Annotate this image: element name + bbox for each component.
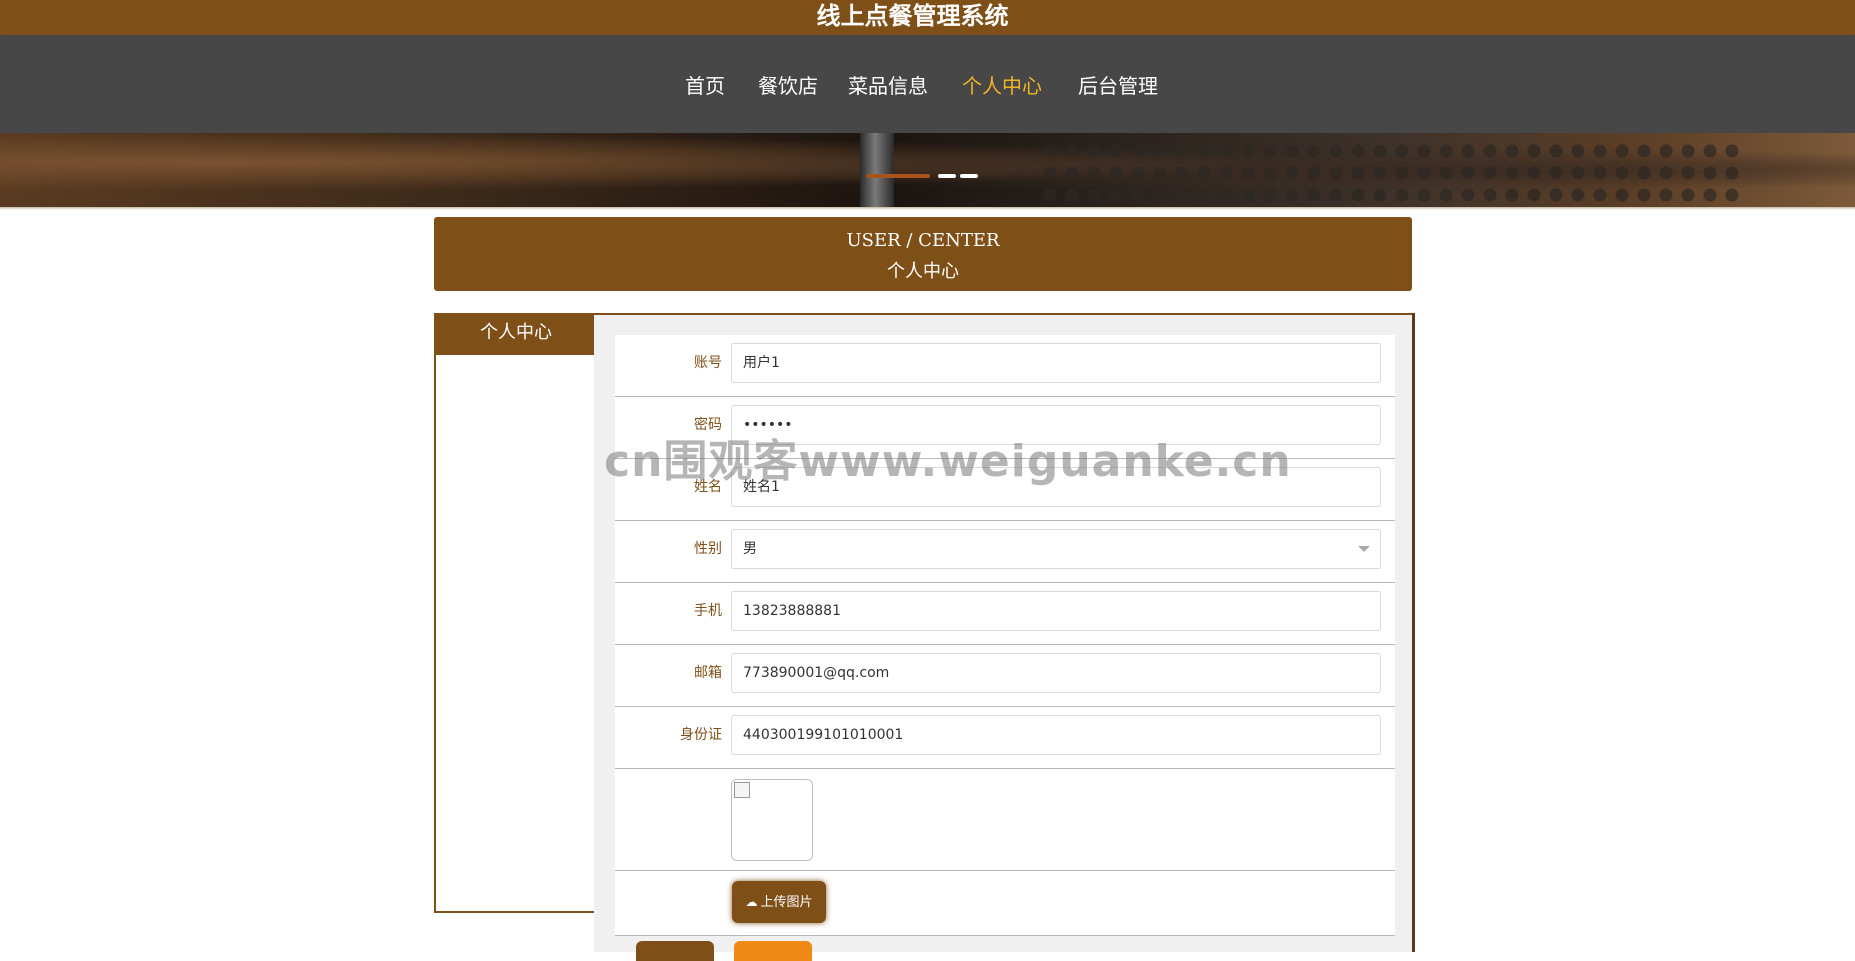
update-button[interactable] <box>636 941 714 961</box>
gender-select-value: 男 <box>743 541 757 557</box>
chevron-down-icon <box>1358 546 1370 552</box>
sidebar-item-user-center[interactable]: 个人中心 <box>436 313 596 355</box>
form-row-account: 账号 用户1 <box>615 335 1395 397</box>
gender-select[interactable]: 男 <box>731 529 1381 569</box>
id-card-label: 身份证 <box>680 727 722 743</box>
profile-form: 账号 用户1 密码 •••••• 姓名 姓名1 性别 男 手机 13823888… <box>615 335 1395 936</box>
banner-beads-decor <box>1040 141 1740 207</box>
sidebar: 个人中心 <box>434 313 598 913</box>
section-title-en: USER / CENTER <box>846 230 1000 251</box>
main-nav: 首页 餐饮店 菜品信息 个人中心 后台管理 <box>0 35 1855 133</box>
logout-button[interactable] <box>734 941 812 961</box>
cloud-upload-icon: ☁ <box>745 895 758 909</box>
upload-image-label: 上传图片 <box>760 895 813 910</box>
account-field[interactable]: 用户1 <box>731 343 1381 383</box>
phone-label: 手机 <box>694 603 722 619</box>
email-field[interactable]: 773890001@qq.com <box>731 653 1381 693</box>
carousel-dot-3[interactable] <box>960 174 978 178</box>
nav-item-restaurants[interactable]: 餐饮店 <box>758 68 818 104</box>
section-title-cn: 个人中心 <box>887 261 959 282</box>
banner-bottle-decor <box>860 133 894 207</box>
phone-field[interactable]: 13823888881 <box>731 591 1381 631</box>
carousel-dot-1[interactable] <box>866 174 930 178</box>
form-row-avatar <box>615 769 1395 871</box>
nav-list: 首页 餐饮店 菜品信息 个人中心 后台管理 <box>0 68 1855 104</box>
gender-label: 性别 <box>694 541 722 557</box>
top-bar: 线上点餐管理系统 <box>0 0 1855 35</box>
form-row-email: 邮箱 773890001@qq.com <box>615 645 1395 707</box>
email-label: 邮箱 <box>694 665 722 681</box>
broken-image-icon <box>734 782 750 798</box>
nav-item-dishes[interactable]: 菜品信息 <box>848 68 928 104</box>
section-header: USER / CENTER 个人中心 <box>434 217 1412 291</box>
avatar-image <box>731 779 813 861</box>
watermark: cn围观客www.weiguanke.cn <box>604 436 1292 487</box>
site-title: 线上点餐管理系统 <box>816 1 1009 30</box>
nav-item-admin[interactable]: 后台管理 <box>1078 68 1158 104</box>
account-label: 账号 <box>694 355 722 371</box>
upload-image-button[interactable]: ☁ 上传图片 <box>732 881 826 923</box>
id-card-field[interactable]: 440300199101010001 <box>731 715 1381 755</box>
profile-panel: 账号 用户1 密码 •••••• 姓名 姓名1 性别 男 手机 13823888… <box>594 313 1412 961</box>
banner-carousel[interactable] <box>0 133 1855 207</box>
form-row-id-card: 身份证 440300199101010001 <box>615 707 1395 769</box>
nav-item-user-center[interactable]: 个人中心 <box>962 68 1042 104</box>
banner-divider <box>0 207 1855 210</box>
carousel-dot-2[interactable] <box>938 174 956 178</box>
form-row-phone: 手机 13823888881 <box>615 583 1395 645</box>
form-row-gender: 性别 男 <box>615 521 1395 583</box>
form-row-upload: ☁ 上传图片 <box>615 871 1395 936</box>
nav-item-home[interactable]: 首页 <box>685 68 725 104</box>
